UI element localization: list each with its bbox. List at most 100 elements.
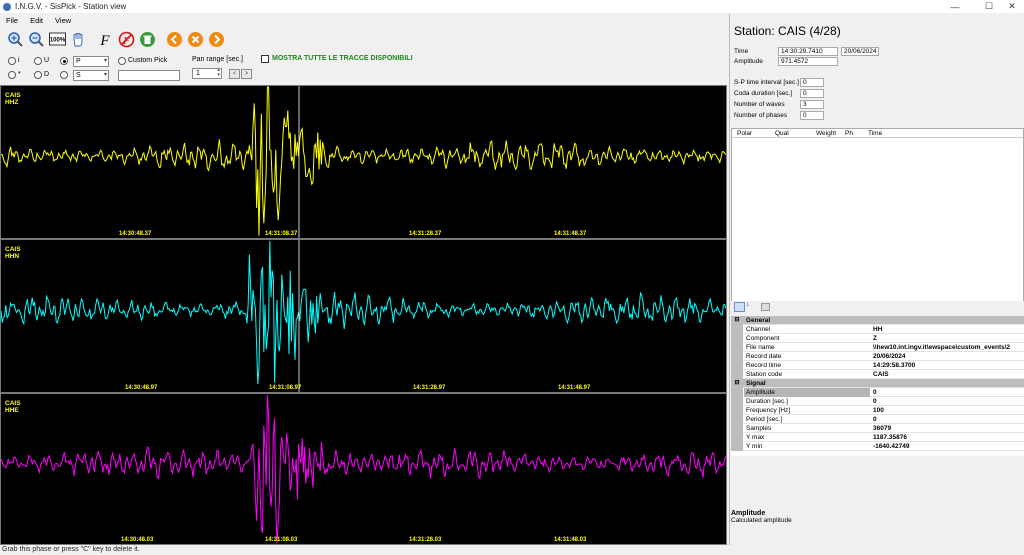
property-value[interactable]: 0 bbox=[872, 388, 1024, 397]
property-value[interactable]: 0 bbox=[872, 415, 1024, 424]
filter-button[interactable]: F bbox=[96, 30, 115, 49]
phase-s-radio[interactable] bbox=[60, 71, 68, 79]
property-value[interactable]: CAIS bbox=[872, 370, 1024, 379]
pan-next-button[interactable]: > bbox=[241, 69, 252, 79]
custom-pick-input[interactable] bbox=[118, 70, 180, 81]
property-value[interactable]: 1187.35876 bbox=[872, 433, 1024, 442]
property-value[interactable]: 100 bbox=[872, 406, 1024, 415]
show-all-traces-checkbox[interactable] bbox=[261, 55, 269, 63]
row-gutter bbox=[731, 370, 743, 379]
menu-file[interactable]: File bbox=[0, 16, 24, 25]
remove-filter-button[interactable]: F bbox=[117, 30, 136, 49]
property-row[interactable]: Component Z bbox=[731, 334, 1024, 343]
property-row[interactable]: Record time 14:29:58.3700 bbox=[731, 361, 1024, 370]
row-gutter bbox=[731, 388, 743, 397]
pan-range-stepper[interactable]: 1 ▴ ▾ bbox=[192, 68, 222, 79]
property-value[interactable]: 0 bbox=[872, 397, 1024, 406]
description-title: Amplitude bbox=[731, 510, 766, 517]
number-of-waves-value[interactable]: 3 bbox=[800, 100, 824, 109]
time-tick: 14:31:48.03 bbox=[554, 537, 587, 543]
col-polar[interactable]: Polar bbox=[737, 130, 752, 137]
col-qual[interactable]: Qual bbox=[775, 130, 789, 137]
property-row[interactable]: Channel HH bbox=[731, 325, 1024, 334]
pan-prev-button[interactable]: < bbox=[229, 69, 240, 79]
property-row[interactable]: Samples 36079 bbox=[731, 424, 1024, 433]
property-value[interactable]: Z bbox=[872, 334, 1024, 343]
phase-s-select[interactable]: S ▾ bbox=[73, 70, 109, 81]
property-value[interactable]: -1640.42749 bbox=[872, 442, 1024, 451]
property-grid[interactable]: ⊟ General Channel HH Component Z File name \\he… bbox=[731, 316, 1024, 456]
phase-p-select[interactable]: P ▾ bbox=[73, 56, 109, 67]
col-time[interactable]: Time bbox=[868, 130, 882, 137]
waveform-line bbox=[1, 394, 726, 544]
menu-edit[interactable]: Edit bbox=[24, 16, 49, 25]
property-row[interactable]: Duration [sec.] 0 bbox=[731, 397, 1024, 406]
zoom-100-button[interactable]: 100% bbox=[48, 30, 67, 49]
zoom-out-button[interactable] bbox=[27, 30, 46, 49]
property-row[interactable]: Amplitude 0 bbox=[731, 388, 1024, 397]
property-row[interactable]: Station code CAIS bbox=[731, 370, 1024, 379]
property-value[interactable]: \\hew10.int.ingv.it\ewspace\custom_event… bbox=[872, 343, 1024, 352]
sort-alpha-icon[interactable]: ↓ bbox=[746, 301, 750, 308]
property-pages-icon[interactable] bbox=[761, 303, 770, 311]
menu-view[interactable]: View bbox=[49, 16, 77, 25]
station-panel: Station: CAIS (4/28) Time 14:30:29.7410 … bbox=[729, 14, 1024, 545]
phase-p-radio[interactable] bbox=[60, 57, 68, 65]
next-station-button[interactable] bbox=[207, 30, 226, 49]
waveform-line bbox=[1, 86, 726, 236]
time-tick: 14:30:48.03 bbox=[121, 537, 154, 543]
row-gutter bbox=[731, 415, 743, 424]
number-of-waves-label: Number of waves bbox=[734, 101, 785, 108]
custom-pick-radio[interactable] bbox=[118, 57, 126, 65]
collapse-icon[interactable]: ⊟ bbox=[731, 316, 743, 325]
trace-panel-hhz[interactable]: CAIS HHZ 14:30:48.37 14:31:08.37 14:31:28… bbox=[0, 85, 727, 239]
property-value[interactable]: 36079 bbox=[872, 424, 1024, 433]
property-row[interactable]: File name \\hew10.int.ingv.it\ewspace\cus… bbox=[731, 343, 1024, 352]
property-grid-toolbar: ↓ bbox=[731, 301, 1024, 313]
trace-panel-hhe[interactable]: CAIS HHE 14:30:48.03 14:31:08.03 14:31:28… bbox=[0, 393, 727, 545]
pan-range-label: Pan range [sec.] bbox=[192, 56, 243, 63]
categorized-button[interactable] bbox=[734, 302, 745, 312]
property-row[interactable]: Y min -1640.42749 bbox=[731, 442, 1024, 451]
col-ph[interactable]: Ph bbox=[845, 130, 853, 137]
time-tick: 14:31:28.37 bbox=[409, 231, 442, 237]
svg-text:100%: 100% bbox=[50, 37, 66, 43]
coda-duration-value[interactable]: 0 bbox=[800, 89, 824, 98]
polarity-i-radio[interactable] bbox=[8, 57, 16, 65]
phases-table[interactable]: Polar Qual Weight Ph Time bbox=[731, 128, 1024, 310]
property-value[interactable]: 20/06/2024 bbox=[872, 352, 1024, 361]
property-row[interactable]: Frequency [Hz] 100 bbox=[731, 406, 1024, 415]
previous-station-button[interactable] bbox=[165, 30, 184, 49]
polarity-u-radio[interactable] bbox=[34, 57, 42, 65]
sp-interval-label: S-P time interval [sec.] bbox=[734, 79, 799, 86]
polarity-star-label: * bbox=[18, 71, 21, 78]
trace-panel-hhn[interactable]: CAIS HHN 14:30:48.97 14:31:08.97 14:31:28… bbox=[0, 239, 727, 393]
property-key: Period [sec.] bbox=[746, 416, 783, 423]
property-row[interactable]: Period [sec.] 0 bbox=[731, 415, 1024, 424]
collapse-icon[interactable]: ⊟ bbox=[731, 379, 743, 388]
trash-icon bbox=[140, 31, 155, 47]
title-bar: I.N.G.V. - SisPick - Station view bbox=[0, 0, 1024, 13]
property-key: Frequency [Hz] bbox=[746, 407, 791, 414]
property-row[interactable]: Record date 20/06/2024 bbox=[731, 352, 1024, 361]
col-weight[interactable]: Weight bbox=[816, 130, 836, 137]
chevron-down-icon: ▾ bbox=[103, 58, 107, 64]
property-value[interactable]: HH bbox=[872, 325, 1024, 334]
zoom-in-icon bbox=[8, 31, 23, 47]
cancel-button[interactable] bbox=[186, 30, 205, 49]
minimize-button[interactable]: — bbox=[938, 0, 972, 13]
number-of-phases-value[interactable]: 0 bbox=[800, 111, 824, 120]
property-value[interactable]: 14:29:58.3700 bbox=[872, 361, 1024, 370]
category-signal[interactable]: ⊟ Signal bbox=[731, 379, 1024, 388]
property-key: File name bbox=[746, 344, 775, 351]
polarity-d-radio[interactable] bbox=[34, 71, 42, 79]
polarity-star-radio[interactable] bbox=[8, 71, 16, 79]
trash-button[interactable] bbox=[138, 30, 157, 49]
zoom-in-button[interactable] bbox=[6, 30, 25, 49]
category-general[interactable]: ⊟ General bbox=[731, 316, 1024, 325]
description-text: Calculated amplitude bbox=[731, 517, 792, 524]
close-button[interactable]: ✕ bbox=[1000, 0, 1024, 13]
pan-hand-button[interactable] bbox=[69, 30, 88, 49]
sp-interval-value[interactable]: 0 bbox=[800, 78, 824, 87]
property-row[interactable]: Y max 1187.35876 bbox=[731, 433, 1024, 442]
